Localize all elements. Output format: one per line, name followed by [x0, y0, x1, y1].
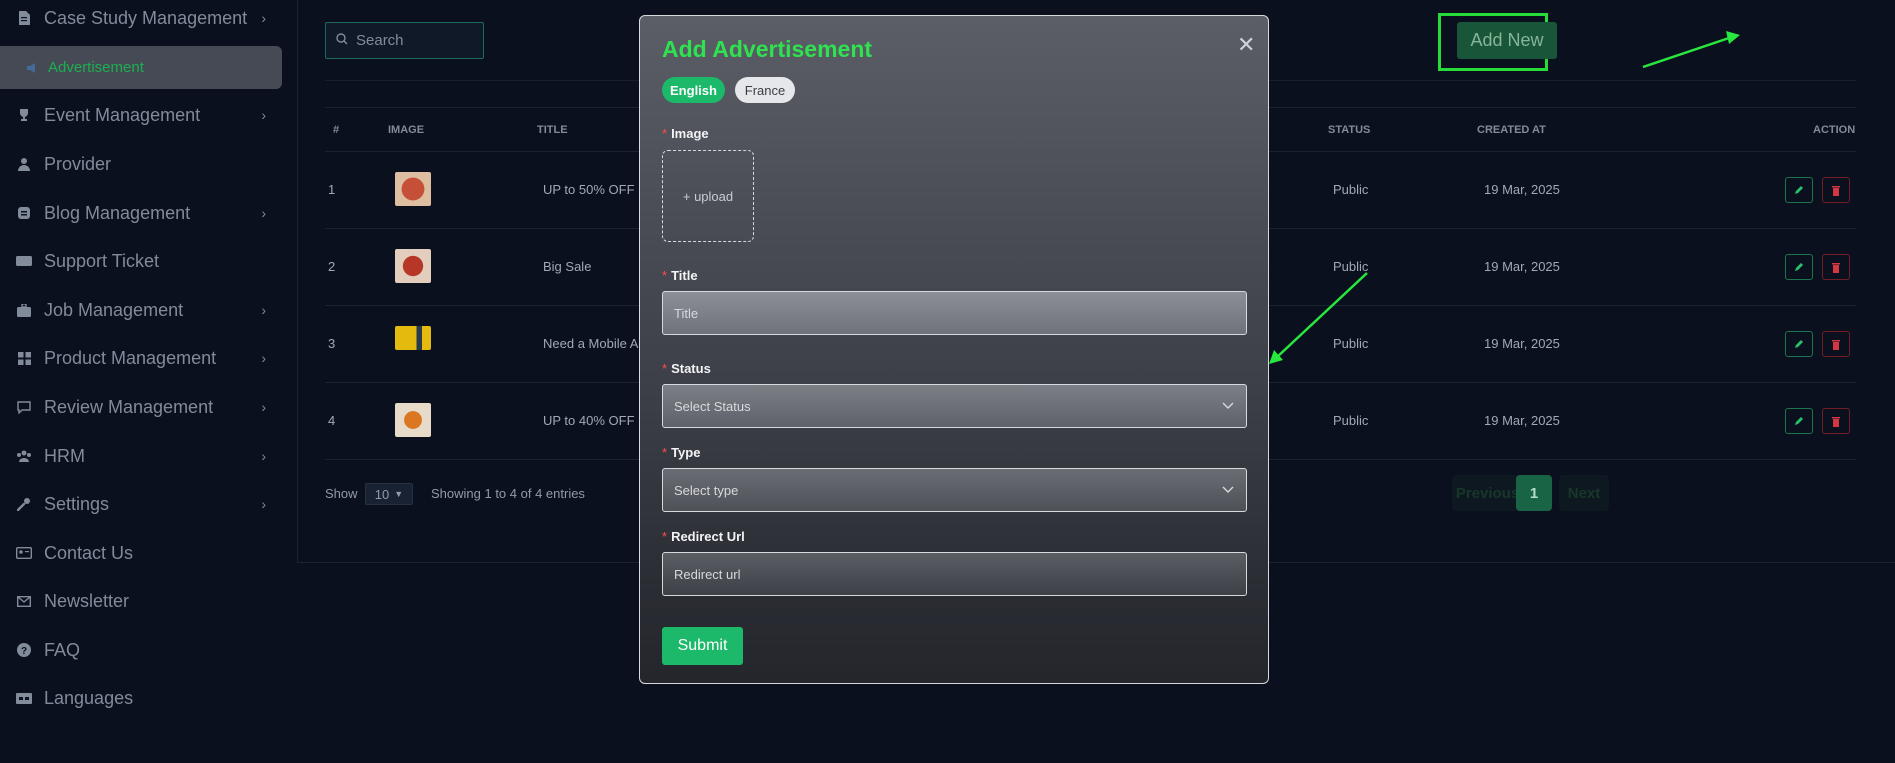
language-tab-english[interactable]: English: [662, 77, 725, 103]
type-select-value: Select type: [674, 482, 739, 498]
status-select-value: Select Status: [674, 398, 751, 414]
redirect-url-label: * Redirect Url: [662, 529, 745, 544]
title-field[interactable]: Title: [662, 291, 1247, 335]
submit-button[interactable]: Submit: [662, 627, 743, 665]
modal-title: Add Advertisement: [662, 36, 873, 62]
add-advertisement-modal: Add Advertisement ✕ English France * Imag…: [639, 15, 1269, 684]
image-label: * Image: [662, 126, 709, 141]
image-upload[interactable]: + upload: [662, 150, 754, 242]
redirect-url-field[interactable]: Redirect url: [662, 552, 1247, 596]
required-mark: *: [662, 268, 668, 283]
required-mark: *: [662, 529, 668, 544]
type-select[interactable]: Select type: [662, 468, 1247, 512]
status-select[interactable]: Select Status: [662, 384, 1247, 428]
language-tab-france[interactable]: France: [735, 77, 795, 103]
type-label: * Type: [662, 445, 701, 460]
chevron-down-icon: [1222, 398, 1234, 413]
required-mark: *: [662, 126, 668, 141]
close-icon[interactable]: ✕: [1237, 32, 1255, 58]
required-mark: *: [662, 445, 668, 460]
chevron-down-icon: [1222, 482, 1234, 497]
title-label: * Title: [662, 268, 698, 283]
status-label: * Status: [662, 361, 711, 376]
required-mark: *: [662, 361, 668, 376]
